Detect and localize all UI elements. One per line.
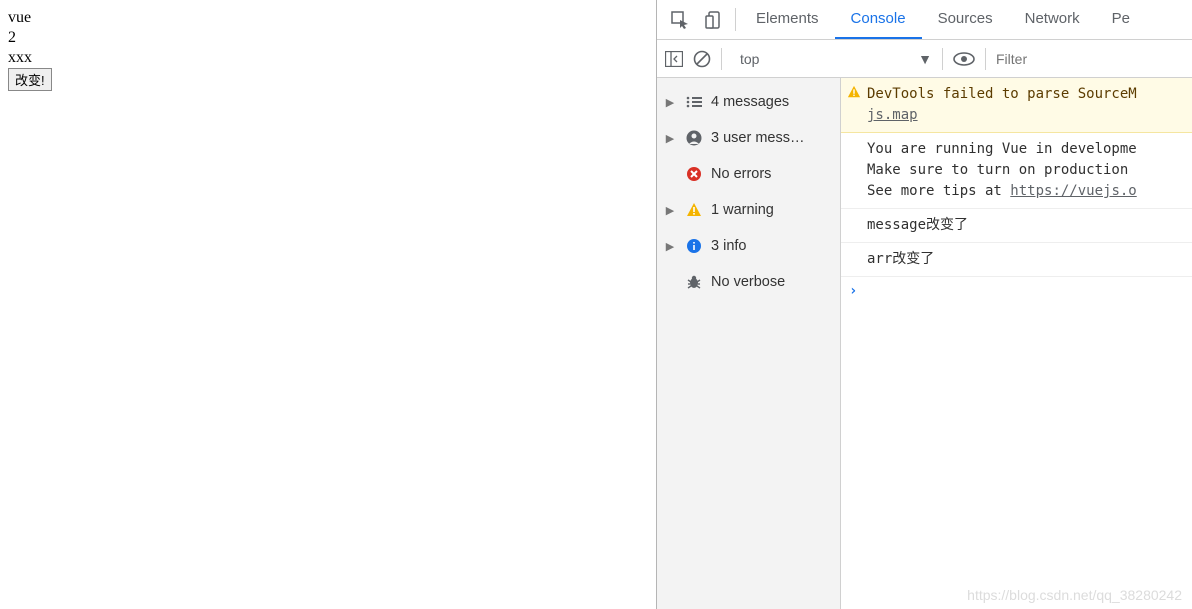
inspect-element-icon[interactable] [663, 0, 697, 39]
chevron-down-icon: ▼ [918, 51, 932, 67]
warning-text: DevTools failed to parse SourceM [867, 86, 1137, 102]
vue-dev-line-2: Make sure to turn on production [867, 162, 1128, 178]
console-log-message: arr改变了 [841, 243, 1192, 277]
tab-network[interactable]: Network [1009, 0, 1096, 39]
vue-dev-line-1: You are running Vue in developme [867, 141, 1137, 157]
console-prompt[interactable]: › [841, 277, 1192, 305]
page-text-line-3: xxx [8, 48, 648, 68]
change-button[interactable]: 改变! [8, 68, 52, 91]
page-text-line-2: 2 [8, 28, 648, 48]
toolbar-separator-2 [942, 48, 943, 70]
sidebar-label: 3 user mess… [711, 130, 804, 146]
sidebar-label: 4 messages [711, 94, 789, 110]
sidebar-item-verbose[interactable]: ▶ No verbose [657, 264, 840, 300]
console-warning-message: DevTools failed to parse SourceM js.map [841, 78, 1192, 133]
context-label: top [740, 51, 759, 67]
live-expression-icon[interactable] [953, 52, 975, 66]
tab-elements[interactable]: Elements [740, 0, 835, 39]
sidebar-toggle-icon[interactable] [665, 51, 683, 67]
clear-console-icon[interactable] [693, 50, 711, 68]
tab-sources[interactable]: Sources [922, 0, 1009, 39]
sidebar-item-warnings[interactable]: ▶ 1 warning [657, 192, 840, 228]
tab-performance-partial[interactable]: Pe [1096, 0, 1130, 39]
page-text-line-1: vue [8, 8, 648, 28]
sidebar-item-info[interactable]: ▶ 3 info [657, 228, 840, 264]
expand-triangle-icon: ▶ [663, 132, 677, 145]
tab-console[interactable]: Console [835, 0, 922, 39]
warning-icon [847, 85, 861, 99]
list-icon [683, 96, 705, 108]
page-viewport: vue 2 xxx 改变! [0, 0, 657, 609]
expand-triangle-icon: ▶ [663, 96, 677, 109]
sidebar-label: 1 warning [711, 202, 774, 218]
filter-input[interactable] [996, 51, 1184, 67]
expand-triangle-icon: ▶ [663, 240, 677, 253]
sidebar-item-messages[interactable]: ▶ 4 messages [657, 84, 840, 120]
sidebar-label: No errors [711, 166, 771, 182]
device-toolbar-icon[interactable] [697, 0, 731, 39]
console-body: ▶ 4 messages ▶ 3 user mess… ▶ No errors [657, 78, 1192, 609]
console-sidebar: ▶ 4 messages ▶ 3 user mess… ▶ No errors [657, 78, 841, 609]
warning-icon [683, 202, 705, 218]
sidebar-label: No verbose [711, 274, 785, 290]
spacer: ▶ [663, 276, 677, 289]
sidebar-item-errors[interactable]: ▶ No errors [657, 156, 840, 192]
devtools-tabbar: Elements Console Sources Network Pe [657, 0, 1192, 40]
tabbar-separator [735, 8, 736, 31]
spacer: ▶ [663, 168, 677, 181]
watermark-text: https://blog.csdn.net/qq_38280242 [967, 587, 1182, 603]
error-icon [683, 166, 705, 182]
vue-dev-line-3-pre: See more tips at [867, 183, 1010, 199]
expand-triangle-icon: ▶ [663, 204, 677, 217]
devtools-pane: Elements Console Sources Network Pe top … [657, 0, 1192, 609]
vuejs-link[interactable]: https://vuejs.o [1010, 183, 1136, 199]
sidebar-label: 3 info [711, 238, 746, 254]
sourcemap-link[interactable]: js.map [867, 107, 918, 123]
toolbar-separator-3 [985, 48, 986, 70]
toolbar-separator [721, 48, 722, 70]
bug-icon [683, 274, 705, 290]
sidebar-item-user-messages[interactable]: ▶ 3 user mess… [657, 120, 840, 156]
context-selector[interactable]: top ▼ [732, 51, 932, 67]
console-info-message: You are running Vue in developme Make su… [841, 133, 1192, 209]
console-output: DevTools failed to parse SourceM js.map … [841, 78, 1192, 609]
info-icon [683, 238, 705, 254]
console-toolbar: top ▼ [657, 40, 1192, 78]
user-icon [683, 130, 705, 146]
console-log-message: message改变了 [841, 209, 1192, 243]
